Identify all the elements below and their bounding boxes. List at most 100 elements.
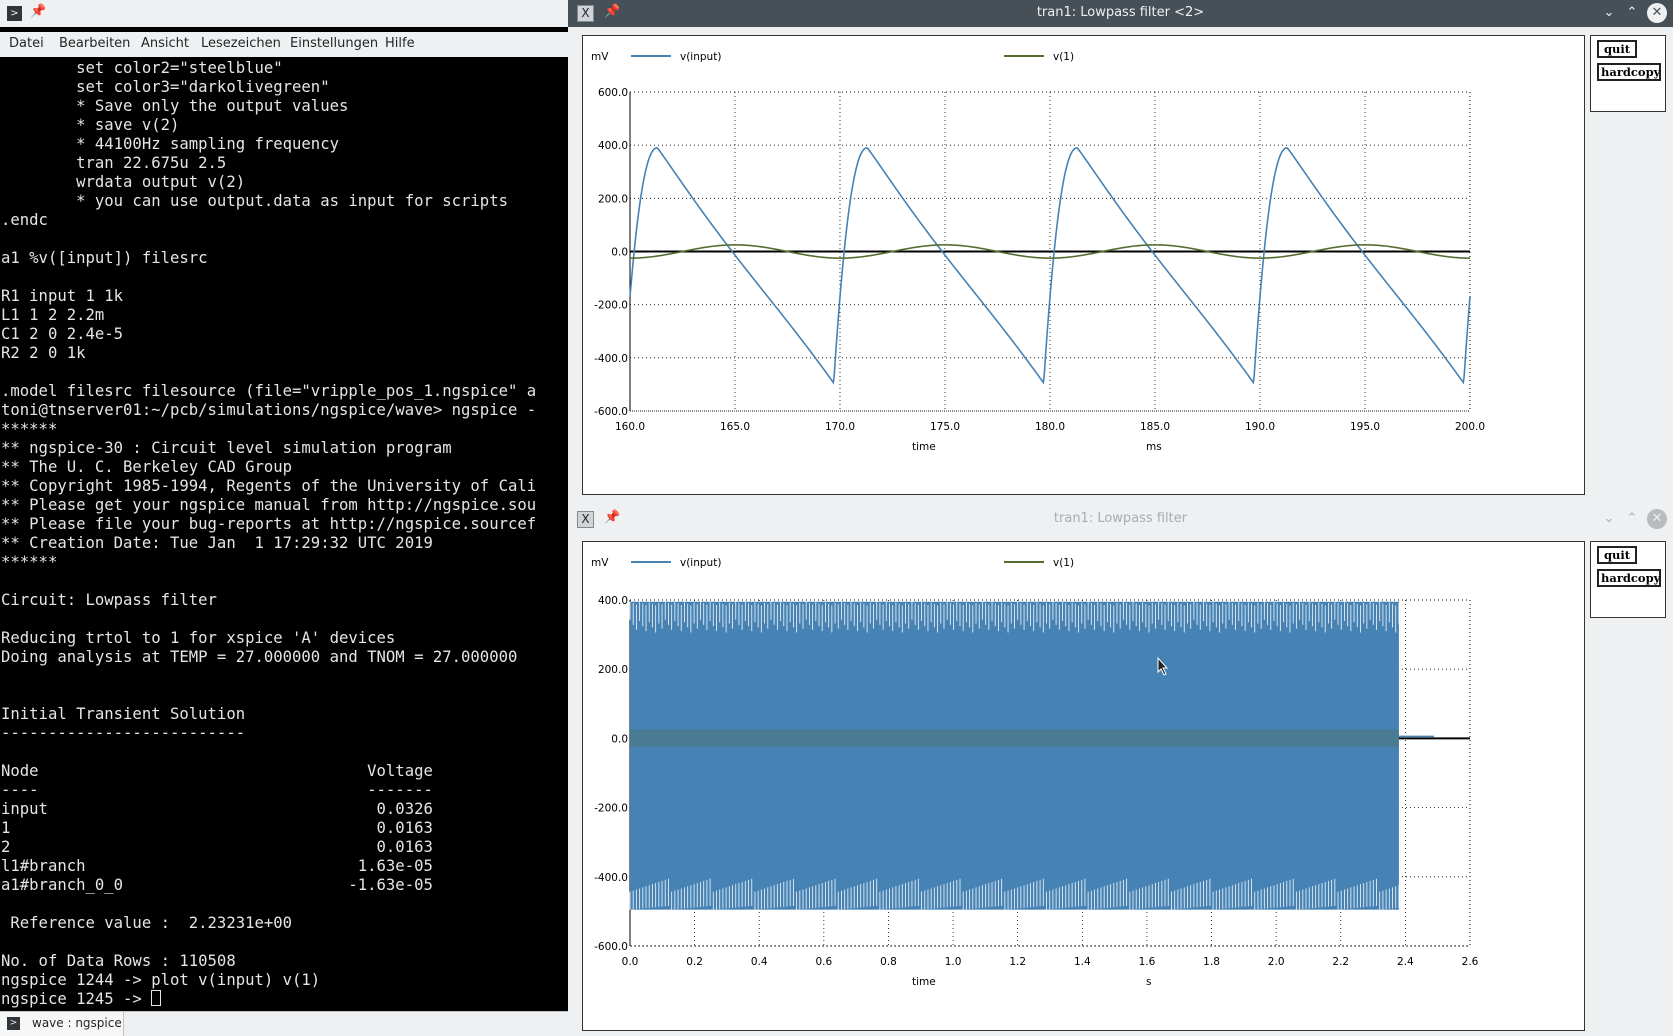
terminal-line: No. of Data Rows : 110508 [1, 952, 236, 970]
y-tick-label: 200.0 [598, 664, 628, 676]
chart-2: mV v(input) v(1) 0.0 0.2 0.4 0.6 0.8 1.0 1.2 1.… [591, 557, 1479, 988]
x-tick-label: 0.8 [880, 956, 897, 968]
plot-button-panel: quit hardcopy [1590, 35, 1666, 112]
minimize-icon[interactable]: ⌄ [1599, 3, 1619, 23]
menu-bearbeiten[interactable]: Bearbeiten [59, 36, 130, 51]
terminal-tab[interactable]: > wave : ngspice [0, 1012, 124, 1036]
y-tick-label: -600.0 [594, 406, 628, 418]
terminal-cursor [151, 990, 162, 1006]
x-tick-label: 2.4 [1397, 956, 1414, 968]
y-unit-label: mV [591, 557, 609, 569]
y-tick-label: 200.0 [598, 193, 628, 205]
y-tick-label: 0.0 [611, 733, 628, 745]
menu-lesezeichen[interactable]: Lesezeichen [201, 36, 281, 51]
x-tick-label: 1.8 [1203, 956, 1220, 968]
terminal-line: ** The U. C. Berkeley CAD Group [1, 458, 293, 476]
x-tick-label: 1.6 [1139, 956, 1156, 968]
terminal-line: ** Creation Date: Tue Jan 1 17:29:32 UTC… [1, 534, 433, 552]
x-tick-label: 160.0 [615, 421, 645, 433]
y-tick-label: 600.0 [598, 87, 628, 99]
terminal-line: Reference value : 2.23231e+00 [1, 914, 293, 932]
terminal-menubar: Datei Bearbeiten Ansicht Lesezeichen Ein… [0, 32, 568, 57]
terminal-line: ** Copyright 1985-1994, Regents of the U… [1, 477, 537, 495]
menu-ansicht[interactable]: Ansicht [141, 36, 189, 51]
x-tick-label: 0.6 [815, 956, 832, 968]
terminal-titlebar[interactable]: > 📌 [0, 0, 568, 27]
terminal-line: * Save only the output values [1, 97, 349, 115]
terminal-line: Node Voltage [1, 762, 433, 780]
terminal-line: toni@tnserver01:~/pcb/simulations/ngspic… [1, 401, 537, 419]
terminal-line: ngspice 1244 -> plot v(input) v(1) [1, 971, 321, 989]
terminal-line: -------------------------- [1, 724, 246, 742]
series-line-input [629, 146, 1471, 385]
plot-window-1-titlebar[interactable]: X 📌 tran1: Lowpass filter <2> ⌄ ⌃ ✕ [568, 0, 1673, 27]
y-tick-label: -200.0 [594, 803, 628, 815]
terminal-line: 2 0.0163 [1, 838, 433, 856]
terminal-line: .endc [1, 211, 48, 229]
x-tick-label: 2.6 [1462, 956, 1479, 968]
x-unit-label: ms [1146, 441, 1162, 453]
chart-1: mV v(input) v(1) 160.0 165.0 170.0 175.0 180… [591, 51, 1485, 453]
terminal-line: a1#branch_0_0 -1.63e-05 [1, 876, 433, 894]
x-tick-label: 1.2 [1009, 956, 1026, 968]
window-title: tran1: Lowpass filter [1053, 511, 1188, 526]
x-tick-label: 175.0 [930, 421, 960, 433]
terminal-line: * you can use output.data as input for s… [1, 192, 508, 210]
terminal-line: ** Please file your bug-reports at http:… [1, 515, 537, 533]
terminal-line: .model filesrc filesource (file="vripple… [1, 382, 537, 400]
y-tick-label: -600.0 [594, 941, 628, 953]
legend-label-input: v(input) [680, 51, 721, 63]
terminal-line: ** ngspice-30 : Circuit level simulation… [1, 439, 452, 457]
menu-hilfe[interactable]: Hilfe [385, 36, 415, 51]
terminal-line: Doing analysis at TEMP = 27.000000 and T… [1, 648, 518, 666]
pin-icon[interactable]: 📌 [30, 4, 46, 19]
legend-label-v1: v(1) [1053, 51, 1074, 63]
quit-button[interactable]: quit [1597, 546, 1637, 564]
maximize-icon[interactable]: ⌃ [1622, 509, 1642, 529]
series-band-v1 [630, 729, 1399, 748]
terminal-line: R2 2 0 1k [1, 344, 86, 362]
menu-datei[interactable]: Datei [9, 36, 44, 51]
konsole-icon: > [7, 6, 22, 21]
y-tick-label: -400.0 [594, 353, 628, 365]
y-tick-label: 400.0 [598, 595, 628, 607]
legend-label-v1: v(1) [1053, 557, 1074, 569]
hardcopy-button[interactable]: hardcopy [1597, 569, 1661, 587]
x-tick-label: 170.0 [825, 421, 855, 433]
plot-window-2-titlebar[interactable]: X 📌 tran1: Lowpass filter ⌄ ⌃ ✕ [568, 506, 1673, 533]
y-tick-label: -400.0 [594, 872, 628, 884]
terminal-line: * save v(2) [1, 116, 180, 134]
terminal-line: R1 input 1 1k [1, 287, 124, 305]
x-tick-label: 190.0 [1245, 421, 1275, 433]
terminal-line: wrdata output v(2) [1, 173, 246, 191]
plot-area[interactable]: mV v(input) v(1) 160.0 165.0 170.0 175.0 180… [582, 35, 1585, 495]
x-tick-label: 185.0 [1140, 421, 1170, 433]
x-tick-label: 2.2 [1332, 956, 1349, 968]
plot-area[interactable]: mV v(input) v(1) 0.0 0.2 0.4 0.6 0.8 1.0 1.2 1.… [582, 541, 1585, 1031]
hardcopy-button[interactable]: hardcopy [1597, 63, 1661, 81]
terminal-window: > 📌 Datei Bearbeiten Ansicht Lesezeichen… [0, 0, 568, 1036]
terminal-line: a1 %v([input]) filesrc [1, 249, 208, 267]
maximize-icon[interactable]: ⌃ [1622, 3, 1642, 23]
terminal-line: set color3="darkolivegreen" [1, 78, 330, 96]
close-icon[interactable]: ✕ [1647, 509, 1667, 529]
terminal-output[interactable]: set color2="steelblue" set color3="darko… [0, 59, 568, 1011]
terminal-line: l1#branch 1.63e-05 [1, 857, 433, 875]
x-axis-label: time [912, 976, 936, 988]
y-tick-label: 400.0 [598, 140, 628, 152]
x-tick-label: 165.0 [720, 421, 750, 433]
terminal-line: ****** [1, 553, 58, 571]
quit-button[interactable]: quit [1597, 40, 1637, 58]
menu-einstellungen[interactable]: Einstellungen [290, 36, 378, 51]
minimize-icon[interactable]: ⌄ [1599, 509, 1619, 529]
terminal-line: Initial Transient Solution [1, 705, 246, 723]
terminal-line: ngspice 1245 -> [1, 990, 162, 1009]
window-title: tran1: Lowpass filter <2> [1036, 5, 1205, 20]
series-band-input [630, 601, 1399, 910]
x-tick-label: 180.0 [1035, 421, 1065, 433]
close-icon[interactable]: ✕ [1647, 3, 1667, 23]
plot-window-1: X 📌 tran1: Lowpass filter <2> ⌄ ⌃ ✕ mV v… [568, 0, 1673, 504]
legend-label-input: v(input) [680, 557, 721, 569]
terminal-tab-icon: > [7, 1017, 20, 1030]
terminal-line: * 44100Hz sampling frequency [1, 135, 339, 153]
